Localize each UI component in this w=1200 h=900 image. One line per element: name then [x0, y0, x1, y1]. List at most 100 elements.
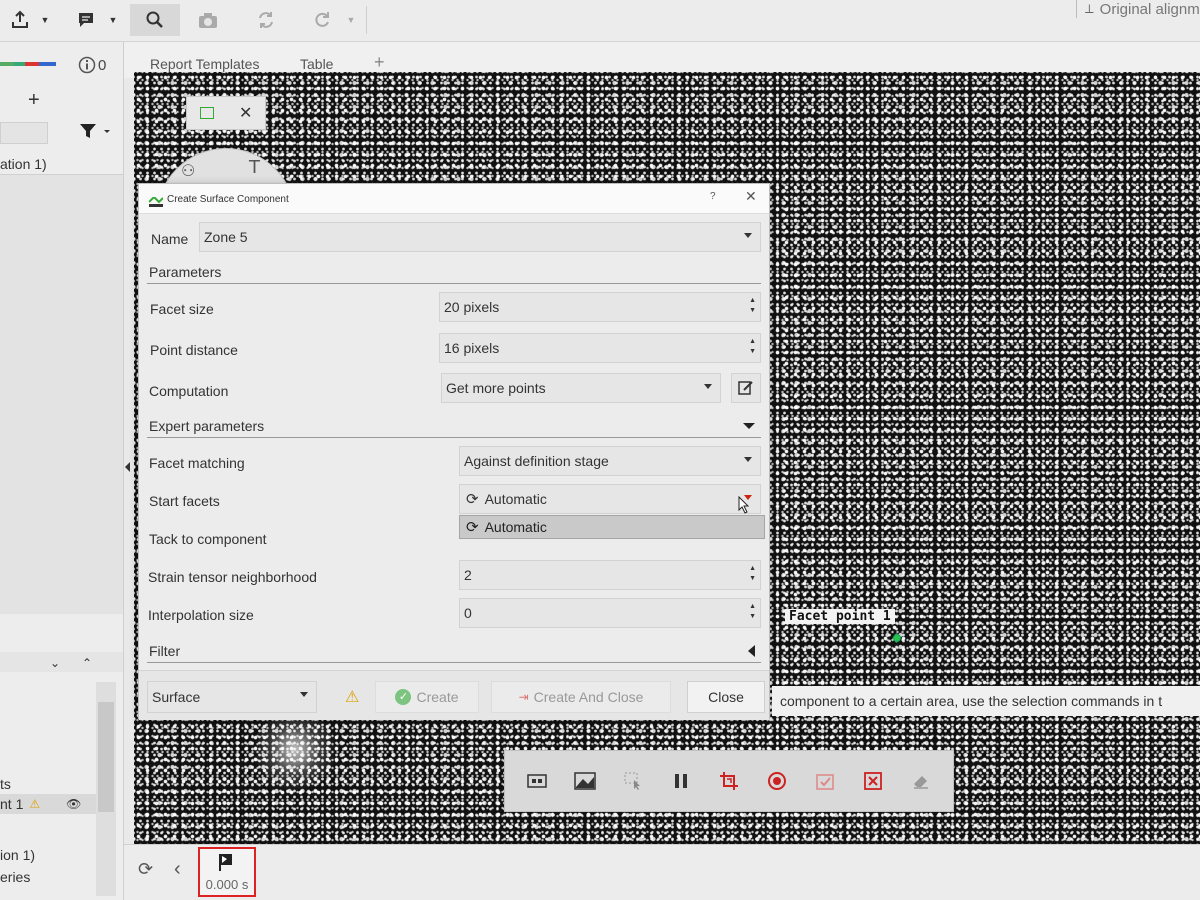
- tab-report-templates[interactable]: Report Templates: [150, 56, 259, 72]
- hint-text: component to a certain area, use the sel…: [780, 693, 1163, 709]
- facet-point-label: Facet point 1: [785, 609, 895, 624]
- tree-item-component[interactable]: nt 1 ⚠ 👁: [0, 796, 81, 812]
- comment-icon[interactable]: [70, 4, 102, 36]
- info-icon: [78, 56, 96, 74]
- split-icon[interactable]: [665, 765, 697, 797]
- close-icon[interactable]: ✕: [239, 103, 252, 123]
- delete-selection-icon[interactable]: [857, 765, 889, 797]
- computation-select[interactable]: Get more points: [441, 373, 721, 403]
- expert-parameters-section[interactable]: Expert parameters: [147, 414, 761, 438]
- original-alignment-selector[interactable]: ⟂ Original alignm: [1076, 0, 1200, 18]
- image-icon[interactable]: [569, 765, 601, 797]
- export-dropdown-icon[interactable]: ▼: [38, 4, 52, 36]
- spinner-arrows-icon[interactable]: ▲ ▼: [749, 338, 756, 356]
- facet-size-value: 20 pixels: [444, 299, 500, 315]
- facet-size-label: Facet size: [150, 301, 214, 317]
- parameters-heading: Parameters: [149, 264, 222, 280]
- chevron-left-icon[interactable]: ‹: [174, 858, 181, 881]
- selection-toolbar: [504, 750, 954, 812]
- strain-tensor-label: Strain tensor neighborhood: [148, 569, 317, 585]
- computation-value: Get more points: [446, 380, 546, 396]
- add-tab-icon[interactable]: +: [374, 52, 385, 73]
- spinner-arrows-icon[interactable]: ▲ ▼: [749, 603, 756, 621]
- strain-tensor-spinbox[interactable]: 2 ▲ ▼: [459, 560, 761, 590]
- redo-dropdown-icon[interactable]: ▼: [344, 4, 358, 36]
- point-distance-spinbox[interactable]: 16 pixels ▲ ▼: [439, 333, 761, 363]
- close-button[interactable]: Close: [687, 681, 765, 713]
- tree-item-stage-2[interactable]: ion 1): [0, 847, 35, 863]
- timeline-frame-0[interactable]: 0.000 s: [198, 847, 256, 897]
- visibility-eye-icon[interactable]: 👁: [66, 797, 81, 811]
- facet-point-marker[interactable]: [893, 634, 901, 642]
- start-facets-select[interactable]: ⟳ Automatic: [459, 484, 761, 514]
- search-icon[interactable]: [130, 4, 180, 36]
- filter-heading: Filter: [149, 643, 181, 659]
- filter-icon[interactable]: [80, 124, 110, 143]
- refresh-icon[interactable]: ⟳: [138, 859, 153, 880]
- facet-size-spinbox[interactable]: 20 pixels ▲ ▼: [439, 292, 761, 322]
- chevron-left-icon: [748, 645, 755, 657]
- create-button[interactable]: ✓ Create: [375, 681, 479, 713]
- chevron-down-icon[interactable]: [300, 692, 308, 697]
- interpolation-size-value: 0: [464, 605, 472, 621]
- create-and-close-label: Create And Close: [533, 689, 644, 705]
- facet-matching-label: Facet matching: [149, 455, 245, 471]
- dialog-footer: Surface ⚠ ✓ Create ⇥ Create And Close Cl…: [139, 670, 769, 720]
- component-type-select[interactable]: Surface: [147, 681, 317, 713]
- main-toolbar: ▼ ▼ ▼ ⟂ Original alignm: [0, 0, 1200, 42]
- interpolation-size-label: Interpolation size: [148, 607, 254, 623]
- dialog-title: Create Surface Component: [167, 194, 289, 205]
- refresh-icon: ⟳: [466, 519, 479, 536]
- info-count: 0: [98, 56, 107, 74]
- sync-icon[interactable]: [250, 4, 282, 36]
- spinner-arrows-icon[interactable]: ▲ ▼: [749, 565, 756, 583]
- create-and-close-button[interactable]: ⇥ Create And Close: [491, 681, 671, 713]
- tree-item-series[interactable]: eries: [0, 869, 30, 885]
- rectangle-view-icon[interactable]: [521, 765, 553, 797]
- eraser-icon[interactable]: [905, 765, 937, 797]
- start-facets-label: Start facets: [149, 493, 220, 509]
- interpolation-size-spinbox[interactable]: 0 ▲ ▼: [459, 598, 761, 628]
- redo-icon[interactable]: [306, 4, 338, 36]
- help-icon[interactable]: ?: [710, 191, 716, 202]
- chevron-down-icon[interactable]: [744, 457, 752, 462]
- start-facets-option-automatic[interactable]: ⟳ Automatic: [459, 515, 765, 539]
- chevron-down-icon[interactable]: [744, 233, 752, 238]
- info-counter[interactable]: 0: [78, 56, 106, 74]
- export-icon[interactable]: [4, 4, 36, 36]
- facet-matching-select[interactable]: Against definition stage: [459, 446, 761, 476]
- collapse-panel-arrow[interactable]: [125, 462, 130, 472]
- text-tool-icon[interactable]: T: [249, 157, 260, 178]
- toolbar-divider: [366, 6, 367, 34]
- select-check-icon[interactable]: [809, 765, 841, 797]
- camera-icon[interactable]: [192, 4, 224, 36]
- person-icon[interactable]: ⚇: [181, 161, 195, 181]
- add-icon[interactable]: +: [28, 89, 40, 112]
- comment-dropdown-icon[interactable]: ▼: [106, 4, 120, 36]
- tree-item-component-label: nt 1: [0, 796, 24, 812]
- surface-component-icon: [148, 194, 164, 212]
- name-field[interactable]: Zone 5: [199, 222, 761, 252]
- filter-section[interactable]: Filter: [147, 639, 761, 663]
- name-label: Name: [151, 231, 189, 247]
- select-arrow-icon[interactable]: [617, 765, 649, 797]
- tree-item-elements[interactable]: ts: [0, 776, 11, 792]
- edit-computation-icon[interactable]: [731, 373, 761, 403]
- create-surface-component-dialog: Create Surface Component ? ✕ Name Zone 5…: [138, 183, 770, 720]
- collapse-expand-icons[interactable]: ⌄⌃: [50, 656, 114, 670]
- create-and-close-icon: ⇥: [518, 690, 529, 704]
- tree-item-stage[interactable]: ation 1): [0, 156, 47, 172]
- tab-table[interactable]: Table: [300, 56, 333, 72]
- select-rectangle-icon[interactable]: [199, 107, 214, 119]
- scrollbar-thumb[interactable]: [98, 702, 114, 812]
- spinner-arrows-icon[interactable]: ▲ ▼: [749, 297, 756, 315]
- explorer-search-input[interactable]: [0, 122, 48, 144]
- explorer-scrollbar[interactable]: [96, 682, 116, 896]
- dialog-close-icon[interactable]: ✕: [745, 188, 757, 205]
- chevron-down-icon[interactable]: [704, 384, 712, 389]
- close-button-label: Close: [708, 689, 744, 705]
- point-distance-label: Point distance: [150, 342, 238, 358]
- target-icon[interactable]: [761, 765, 793, 797]
- floating-toolbox: ✕: [186, 96, 266, 130]
- crop-icon[interactable]: [713, 765, 745, 797]
